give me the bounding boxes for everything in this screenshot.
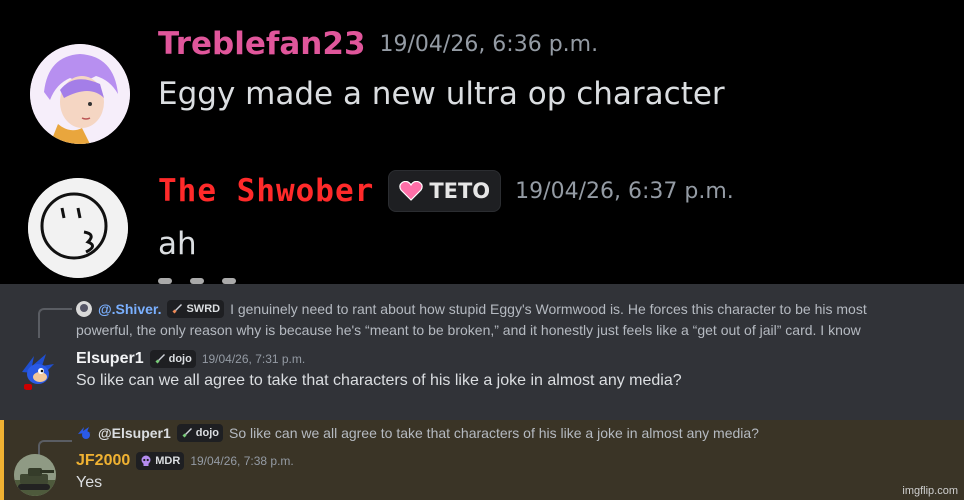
author-name[interactable]: Treblefan23 [158, 26, 366, 62]
author-name[interactable]: Elsuper1 [76, 350, 144, 368]
server-tag[interactable]: TETO [388, 170, 502, 212]
sword-icon [155, 354, 165, 364]
message-the-shwober: The Shwober TETO 19/04/26, 6:37 p.m. ah [158, 170, 734, 262]
avatar-shiver-mini [76, 301, 92, 317]
heart-icon [399, 181, 424, 201]
reply-text-continued: powerful, the only reason why is because… [76, 322, 861, 338]
reply-preview[interactable]: @.Shiver. SWRD I genuinely need to rant … [76, 300, 867, 318]
reply-text: I genuinely need to rant about how stupi… [230, 301, 867, 317]
avatar-jf2000[interactable] [14, 454, 56, 496]
server-tag[interactable]: dojo [176, 424, 224, 442]
tag-label: dojo [168, 353, 192, 365]
message-treblefan23: Treblefan23 19/04/26, 6:36 p.m. Eggy mad… [158, 26, 725, 112]
timestamp: 19/04/26, 6:37 p.m. [515, 178, 734, 204]
avatar-face-doodle-icon [28, 178, 128, 278]
avatar-tank-icon [14, 454, 56, 496]
watermark: imgflip.com [902, 485, 958, 497]
reply-author[interactable]: @Elsuper1 [98, 425, 171, 441]
timestamp: 19/04/26, 7:31 p.m. [201, 352, 306, 366]
tag-label: SWRD [186, 303, 221, 315]
message-text: Yes [76, 474, 103, 491]
tag-label: dojo [195, 427, 220, 439]
reply-connector [38, 308, 72, 338]
reply-text: So like can we all agree to take that ch… [229, 425, 759, 441]
tag-label: MDR [155, 455, 181, 467]
avatar-elsuper1[interactable] [14, 350, 56, 392]
truncated-next-line [158, 268, 268, 284]
message-text: So like can we all agree to take that ch… [76, 372, 682, 389]
avatar-hedgehog-icon [22, 354, 54, 390]
server-tag[interactable]: SWRD [167, 300, 225, 318]
zoomed-chat-section: Treblefan23 19/04/26, 6:36 p.m. Eggy mad… [0, 0, 964, 284]
reply-author[interactable]: @.Shiver. [98, 301, 161, 317]
message-jf2000: JF2000 MDR 19/04/26, 7:38 p.m. Yes [76, 452, 294, 492]
reply-preview[interactable]: @Elsuper1 dojo So like can we all agree … [76, 424, 759, 442]
timestamp: 19/04/26, 7:38 p.m. [190, 454, 294, 468]
tag-label: TETO [429, 179, 491, 203]
author-name[interactable]: The Shwober [158, 173, 374, 209]
sword-icon [182, 428, 192, 438]
message-text: Eggy made a new ultra op character [158, 76, 725, 112]
message-elsuper1: Elsuper1 dojo 19/04/26, 7:31 p.m. So lik… [76, 350, 682, 390]
avatar-mini-icon [78, 427, 91, 439]
server-tag[interactable]: dojo [149, 350, 196, 368]
avatar-art-icon [30, 44, 130, 144]
avatar-treblefan23[interactable] [30, 44, 130, 144]
skull-icon [141, 455, 151, 466]
avatar-mini-icon [76, 301, 92, 317]
sword-icon [172, 304, 183, 314]
timestamp: 19/04/26, 6:36 p.m. [379, 31, 599, 57]
message-text: ah [158, 226, 197, 262]
server-tag[interactable]: MDR [136, 452, 185, 470]
avatar-elsuper1-mini [76, 425, 92, 441]
avatar-the-shwober[interactable] [28, 178, 128, 278]
chat-section: @.Shiver. SWRD I genuinely need to rant … [0, 284, 964, 500]
author-name[interactable]: JF2000 [76, 452, 130, 470]
